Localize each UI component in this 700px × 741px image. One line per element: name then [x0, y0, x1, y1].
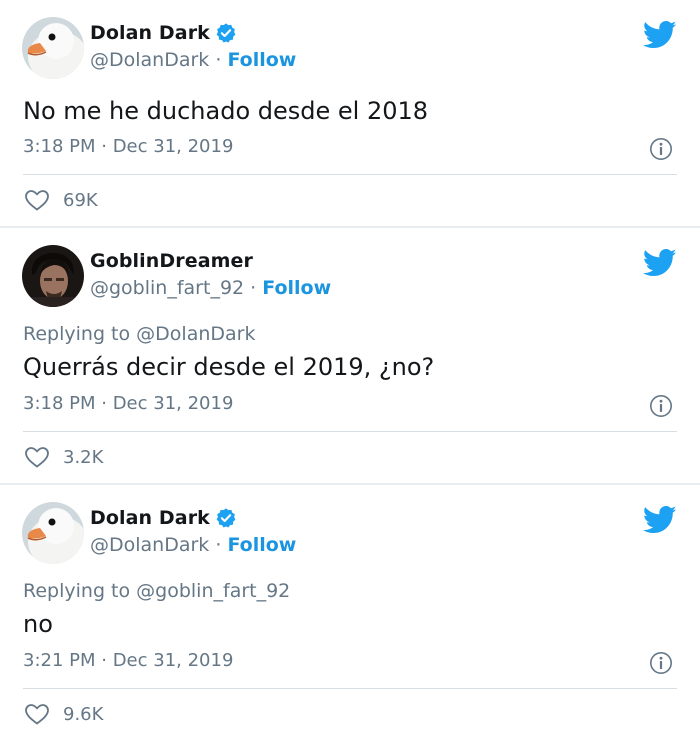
follow-button[interactable]: Follow — [227, 49, 296, 71]
like-row: 9.6K — [23, 702, 103, 726]
heart-icon[interactable] — [23, 445, 51, 469]
author-name[interactable]: Dolan Dark — [90, 507, 210, 529]
tweet-text: no — [23, 610, 53, 638]
handle-row: @goblin_fart_92 · Follow — [90, 277, 331, 299]
author-row: Dolan Dark — [90, 507, 237, 529]
tweet-text: No me he duchado desde el 2018 — [23, 97, 429, 125]
like-count: 3.2K — [63, 446, 104, 468]
tweet-card: Dolan Dark @DolanDark · Follow No me he … — [0, 0, 700, 226]
tweet-card: Dolan Dark @DolanDark · Follow Replying … — [0, 485, 700, 741]
divider — [23, 688, 677, 689]
handle-row: @DolanDark · Follow — [90, 534, 296, 556]
handle-separator: · — [244, 277, 263, 299]
tweet-timestamp[interactable]: 3:21 PM · Dec 31, 2019 — [23, 650, 233, 671]
author-handle[interactable]: @DolanDark — [90, 49, 209, 71]
author-handle[interactable]: @goblin_fart_92 — [90, 277, 244, 299]
tweet-card: GoblinDreamer @goblin_fart_92 · Follow R… — [0, 228, 700, 483]
heart-icon[interactable] — [23, 702, 51, 726]
tweet-timestamp[interactable]: 3:18 PM · Dec 31, 2019 — [23, 393, 233, 414]
twitter-bird-icon[interactable] — [643, 20, 677, 50]
tweet-text: Querrás decir desde el 2019, ¿no? — [23, 353, 435, 381]
replying-to[interactable]: Replying to @DolanDark — [23, 323, 255, 345]
like-row: 3.2K — [23, 445, 103, 469]
info-icon[interactable] — [649, 137, 673, 161]
author-name[interactable]: GoblinDreamer — [90, 250, 253, 272]
heart-icon[interactable] — [23, 188, 51, 212]
like-row: 69K — [23, 188, 98, 212]
author-row: Dolan Dark — [90, 22, 237, 44]
divider — [23, 174, 677, 175]
info-icon[interactable] — [649, 394, 673, 418]
author-row: GoblinDreamer — [90, 250, 253, 272]
avatar[interactable] — [22, 502, 84, 564]
like-count: 69K — [63, 189, 98, 211]
replying-to[interactable]: Replying to @goblin_fart_92 — [23, 580, 290, 602]
info-icon[interactable] — [649, 651, 673, 675]
twitter-bird-icon[interactable] — [643, 248, 677, 278]
avatar[interactable] — [22, 245, 84, 307]
handle-row: @DolanDark · Follow — [90, 49, 296, 71]
author-handle[interactable]: @DolanDark — [90, 534, 209, 556]
verified-badge-icon — [216, 508, 236, 528]
divider — [23, 431, 677, 432]
avatar[interactable] — [22, 17, 84, 79]
twitter-bird-icon[interactable] — [643, 505, 677, 535]
follow-button[interactable]: Follow — [262, 277, 331, 299]
follow-button[interactable]: Follow — [227, 534, 296, 556]
handle-separator: · — [209, 49, 228, 71]
handle-separator: · — [209, 534, 228, 556]
like-count: 9.6K — [63, 703, 104, 725]
verified-badge-icon — [216, 23, 236, 43]
author-name[interactable]: Dolan Dark — [90, 22, 210, 44]
tweet-timestamp[interactable]: 3:18 PM · Dec 31, 2019 — [23, 136, 233, 157]
